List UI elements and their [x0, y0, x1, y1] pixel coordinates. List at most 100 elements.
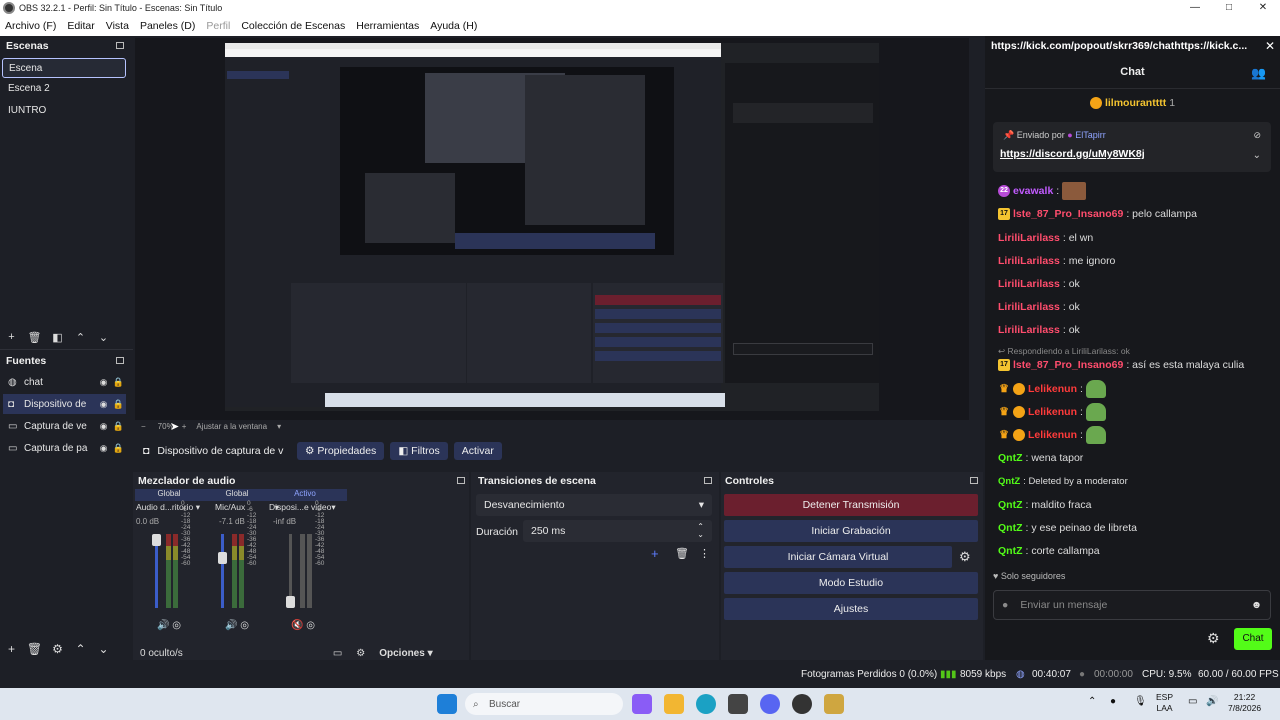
undock-icon[interactable] — [704, 477, 712, 484]
copilot-icon[interactable] — [632, 694, 652, 714]
chat-username[interactable]: Lelikenun — [1028, 429, 1077, 441]
chat-username[interactable]: Lelikenun — [1028, 383, 1077, 395]
chat-username[interactable]: QntZ — [998, 522, 1023, 534]
source-item-capture-device[interactable]: ◘ Dispositivo de ◉ 🔒 — [3, 394, 126, 414]
pinned-link[interactable]: https://discord.gg/uMy8WK8j — [1000, 148, 1145, 160]
volume-fader[interactable] — [286, 534, 295, 608]
preview-canvas[interactable] — [135, 38, 969, 420]
source-item-screen-capture[interactable]: ▭ Captura de pa ◉ 🔒 — [3, 438, 126, 458]
lock-icon[interactable]: 🔒 — [111, 399, 126, 410]
scene-item[interactable]: IUNTRO — [2, 101, 126, 121]
layout-icon[interactable]: ▭ — [333, 648, 342, 659]
close-dock-icon[interactable]: ✕ — [1265, 39, 1275, 53]
source-item-window-capture[interactable]: ▭ Captura de ve ◉ 🔒 — [3, 416, 126, 436]
more-options-icon[interactable]: ⋮ — [699, 547, 710, 560]
move-down-icon[interactable]: ⌄ — [92, 331, 115, 344]
maximize-button[interactable]: □ — [1212, 0, 1246, 16]
tray-chevron-icon[interactable]: ⌃ — [1088, 696, 1096, 707]
unpin-icon[interactable]: ⊘ — [1253, 130, 1261, 141]
zoom-in-icon[interactable]: + — [182, 422, 187, 431]
volume-fader[interactable] — [218, 534, 227, 608]
users-icon[interactable]: 👥 — [1251, 66, 1266, 80]
chevron-down-icon[interactable]: ⌄ — [1253, 150, 1261, 161]
move-down-icon[interactable]: ⌄ — [92, 642, 115, 656]
chat-message-input[interactable]: ● Enviar un mensaje ☻ — [993, 590, 1271, 620]
chat-username[interactable]: evawalk — [1013, 185, 1053, 197]
edge-icon[interactable] — [696, 694, 716, 714]
spin-arrows-icon[interactable]: ⌃ ⌄ — [697, 523, 704, 539]
taskbar-search[interactable]: ⌕ Buscar — [465, 693, 623, 715]
windows-start-icon[interactable] — [437, 694, 457, 714]
minimize-button[interactable]: — — [1178, 0, 1212, 16]
speaker-muted-icon[interactable]: 🔇 — [291, 620, 303, 631]
chat-username[interactable]: LiriliLarilass — [998, 324, 1060, 336]
mixer-tab[interactable]: Activo — [271, 489, 339, 501]
chat-username[interactable]: QntZ — [998, 476, 1020, 487]
move-up-icon[interactable]: ⌃ — [69, 642, 92, 656]
volume-icon[interactable]: 🔊 — [1206, 696, 1218, 707]
close-button[interactable]: ✕ — [1246, 0, 1280, 16]
chat-send-button[interactable]: Chat — [1234, 628, 1272, 650]
chat-username[interactable]: QntZ — [998, 545, 1023, 557]
language-indicator[interactable]: ESP LAA — [1156, 692, 1173, 714]
start-virtual-camera-button[interactable]: Iniciar Cámara Virtual — [724, 546, 952, 568]
clock[interactable]: 21:22 7/8/2026 — [1228, 692, 1261, 714]
options-button[interactable]: Opciones ▾ — [379, 648, 432, 659]
transition-select[interactable]: Desvanecimiento ▾ — [476, 494, 712, 516]
lock-icon[interactable]: 🔒 — [111, 443, 126, 454]
undock-icon[interactable] — [116, 357, 124, 364]
move-up-icon[interactable]: ⌃ — [69, 331, 92, 344]
scene-item[interactable]: Escena — [2, 58, 126, 78]
filters-button[interactable]: ◧ Filtros — [390, 442, 448, 460]
lock-icon[interactable]: 🔒 — [111, 377, 126, 388]
network-icon[interactable]: ▭ — [1188, 696, 1197, 707]
menu-scene-collection[interactable]: Colección de Escenas — [236, 20, 351, 32]
eye-icon[interactable]: ◉ — [96, 399, 111, 410]
scene-item[interactable]: Escena 2 — [2, 79, 126, 99]
duration-spinbox[interactable]: 250 ms ⌃ ⌄ — [523, 520, 712, 542]
obs-taskbar-icon[interactable] — [792, 694, 812, 714]
eye-icon[interactable]: ◉ — [96, 421, 111, 432]
remove-scene-icon[interactable]: 🗑 — [23, 331, 46, 344]
chat-username[interactable]: LiriliLarilass — [998, 278, 1060, 290]
file-explorer-icon[interactable] — [664, 694, 684, 714]
menu-view[interactable]: Vista — [101, 20, 135, 32]
source-item-chat[interactable]: ◍ chat ◉ 🔒 — [3, 372, 126, 392]
stop-stream-button[interactable]: Detener Transmisión — [724, 494, 978, 516]
chat-username[interactable]: QntZ — [998, 499, 1023, 511]
chat-username[interactable]: lste_87_Pro_Insano69 — [1013, 208, 1123, 220]
zoom-fit-select[interactable]: Ajustar a la ventana — [196, 422, 267, 431]
monitor-off-icon[interactable]: ◎ — [306, 620, 315, 631]
speaker-icon[interactable]: 🔊 — [157, 620, 169, 631]
virtual-camera-gear-icon[interactable]: ⚙ — [959, 549, 971, 565]
chat-settings-gear-icon[interactable]: ⚙ — [1207, 630, 1220, 647]
eye-icon[interactable]: ◉ — [96, 377, 111, 388]
app-icon[interactable] — [824, 694, 844, 714]
zoom-out-icon[interactable]: − — [141, 422, 146, 431]
mixer-tab[interactable]: Global — [203, 489, 271, 501]
advanced-audio-icon[interactable]: ⚙ — [356, 648, 365, 659]
menu-edit[interactable]: Editar — [62, 20, 100, 32]
monitor-off-icon[interactable]: ◎ — [240, 620, 249, 631]
microphone-icon[interactable]: 🎙 — [1134, 696, 1147, 707]
chat-username[interactable]: LiriliLarilass — [998, 255, 1060, 267]
chat-username[interactable]: Lelikenun — [1028, 406, 1077, 418]
add-scene-icon[interactable]: + — [0, 331, 23, 343]
chat-username[interactable]: QntZ — [998, 452, 1023, 464]
chevron-down-icon[interactable]: ▾ — [196, 502, 200, 513]
add-transition-icon[interactable]: + — [651, 546, 659, 561]
start-recording-button[interactable]: Iniciar Grabación — [724, 520, 978, 542]
pinned-by-user[interactable]: ElTapirr — [1075, 130, 1106, 140]
remove-source-icon[interactable]: 🗑 — [23, 642, 46, 656]
eye-icon[interactable]: ◉ — [96, 443, 111, 454]
tray-icon[interactable]: ● — [1110, 696, 1116, 707]
lock-icon[interactable]: 🔒 — [111, 421, 126, 432]
add-source-icon[interactable]: + — [0, 642, 23, 656]
monitor-off-icon[interactable]: ◎ — [172, 620, 181, 631]
chat-username[interactable]: LiriliLarilass — [998, 232, 1060, 244]
emoji-icon[interactable]: ☻ — [1251, 599, 1262, 611]
store-icon[interactable] — [728, 694, 748, 714]
discord-icon[interactable] — [760, 694, 780, 714]
menu-profile[interactable]: Perfil — [201, 20, 236, 32]
menu-tools[interactable]: Herramientas — [351, 20, 425, 32]
